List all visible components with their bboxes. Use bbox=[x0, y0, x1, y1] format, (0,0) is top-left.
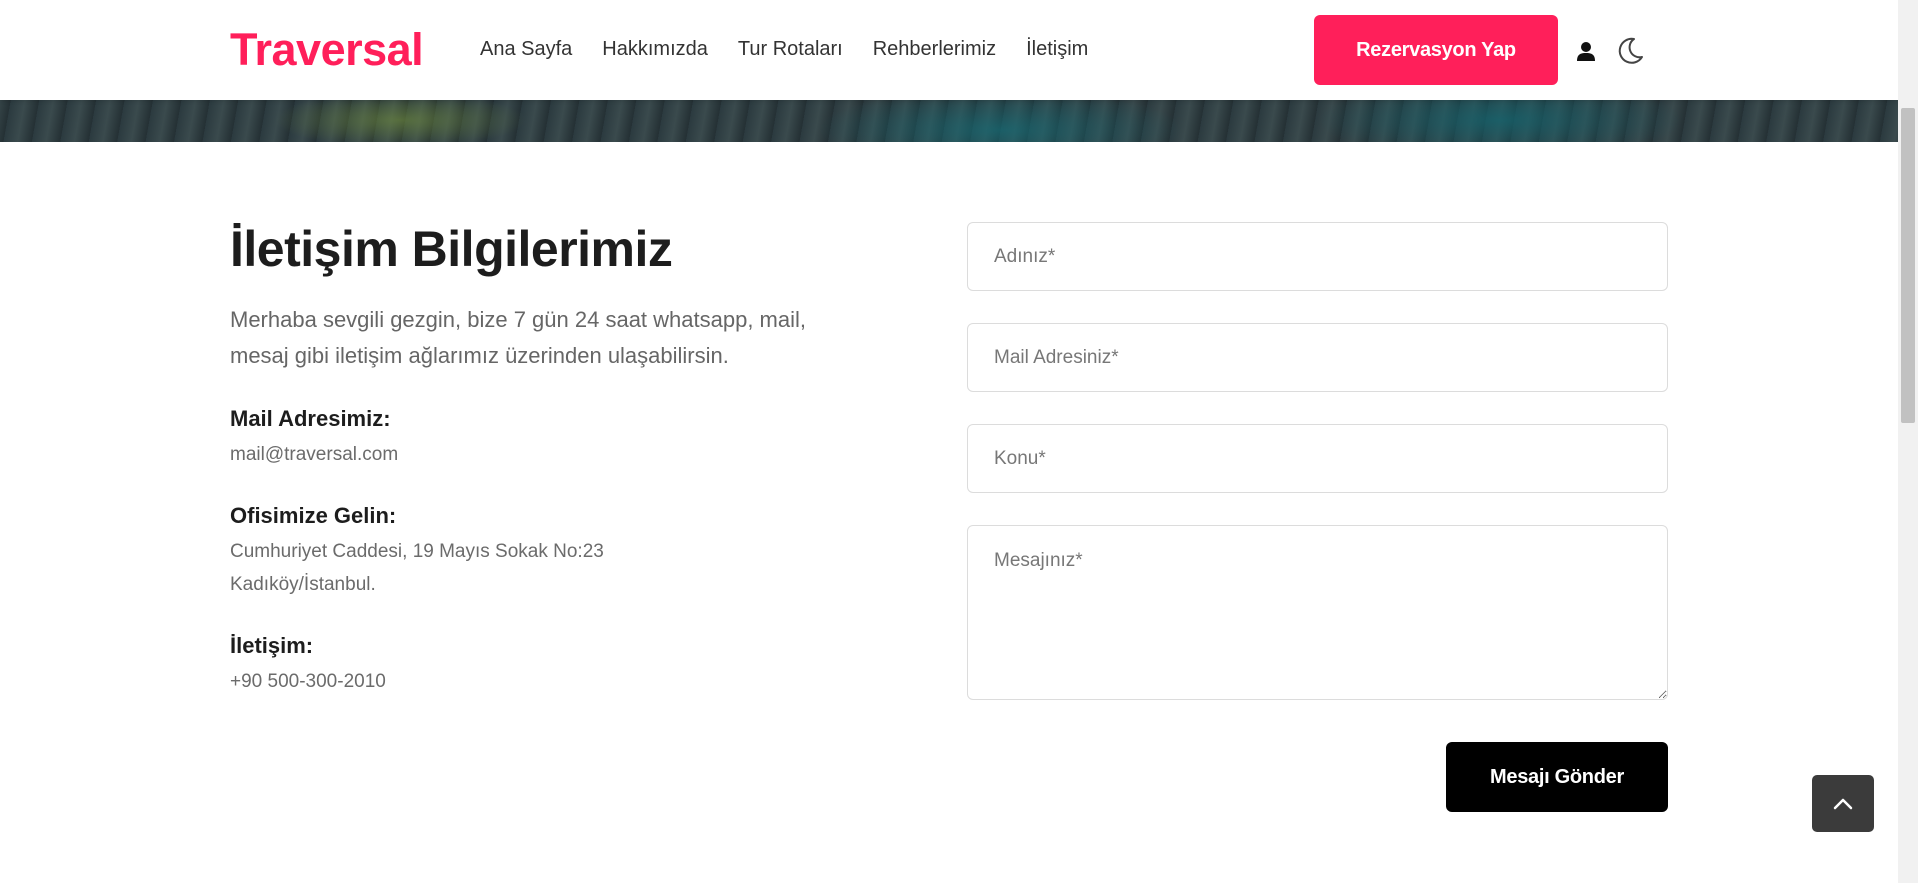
nav-link-about[interactable]: Hakkımızda bbox=[602, 38, 708, 61]
site-header: Traversal Ana Sayfa Hakkımızda Tur Rotal… bbox=[0, 0, 1898, 100]
nav-link-home[interactable]: Ana Sayfa bbox=[480, 38, 572, 61]
chevron-up-icon bbox=[1833, 798, 1853, 809]
office-address-line1: Cumhuriyet Caddesi, 19 Mayıs Sokak No:23 bbox=[230, 541, 604, 562]
intro-text: Merhaba sevgili gezgin, bize 7 gün 24 sa… bbox=[230, 307, 807, 368]
contact-info-section: İletişim Bilgilerimiz Merhaba sevgili ge… bbox=[230, 220, 850, 698]
mail-label: Mail Adresimiz: bbox=[230, 406, 391, 431]
office-address: Cumhuriyet Caddesi, 19 Mayıs Sokak No:23… bbox=[230, 535, 850, 601]
email-input[interactable] bbox=[967, 323, 1668, 392]
office-label: Ofisimize Gelin: bbox=[230, 503, 397, 528]
phone-label: İletişim: bbox=[230, 633, 314, 658]
logo[interactable]: Traversal bbox=[230, 24, 424, 76]
moon-icon[interactable] bbox=[1615, 36, 1645, 66]
contact-form bbox=[967, 222, 1668, 732]
page-scrollbar[interactable] bbox=[1898, 0, 1918, 883]
page-title: İletişim Bilgilerimiz bbox=[230, 221, 673, 277]
user-icon[interactable] bbox=[1575, 40, 1597, 62]
scroll-to-top-button[interactable] bbox=[1812, 775, 1874, 832]
message-textarea[interactable] bbox=[967, 525, 1668, 700]
reservation-button[interactable]: Rezervasyon Yap bbox=[1314, 15, 1558, 85]
name-input[interactable] bbox=[967, 222, 1668, 291]
main-nav: Ana Sayfa Hakkımızda Tur Rotaları Rehber… bbox=[480, 38, 1088, 61]
mail-value: mail@traversal.com bbox=[230, 444, 399, 465]
nav-link-guides[interactable]: Rehberlerimiz bbox=[873, 38, 996, 61]
phone-value: +90 500-300-2010 bbox=[230, 671, 386, 692]
office-address-line2: Kadıköy/İstanbul. bbox=[230, 574, 376, 595]
subject-input[interactable] bbox=[967, 424, 1668, 493]
nav-link-tour-routes[interactable]: Tur Rotaları bbox=[738, 38, 843, 61]
send-message-button[interactable]: Mesajı Gönder bbox=[1446, 742, 1668, 812]
nav-link-contact[interactable]: İletişim bbox=[1026, 38, 1088, 61]
scrollbar-thumb[interactable] bbox=[1901, 108, 1915, 423]
